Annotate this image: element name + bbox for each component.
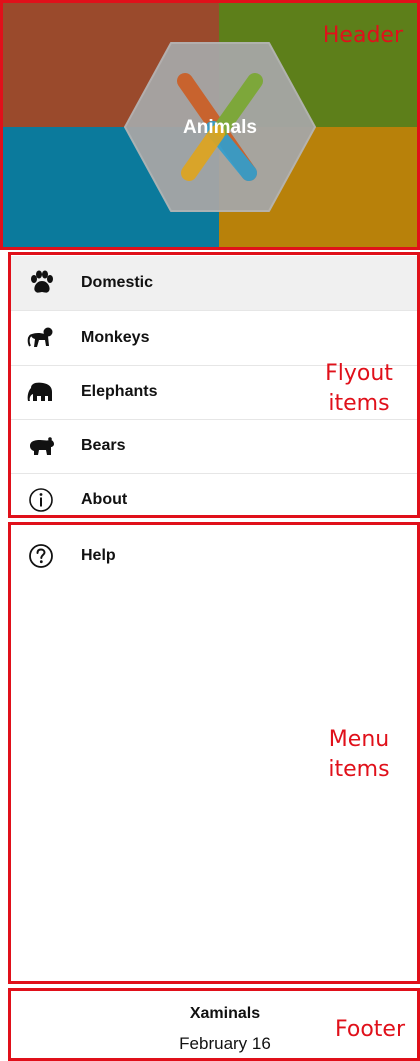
bear-icon	[11, 435, 71, 457]
flyout-item-label: Monkeys	[81, 329, 150, 346]
menu-annotation-line2: items	[328, 757, 390, 782]
flyout-items-section: Domestic Monkeys Elephants Bears About F…	[8, 252, 420, 518]
flyout-item-label: Bears	[81, 437, 126, 454]
paw-icon	[11, 270, 71, 296]
header-title: Animals	[183, 117, 257, 138]
menu-annotation-line1: Menu	[328, 727, 390, 752]
flyout-footer: Xaminals February 16 Footer	[8, 988, 420, 1061]
flyout-annotation-line1: Flyout	[325, 361, 393, 386]
question-icon	[11, 543, 71, 569]
info-icon	[11, 487, 71, 513]
flyout-header: Animals Header	[0, 0, 420, 250]
flyout-item-about[interactable]: About	[11, 473, 417, 527]
flyout-item-label: About	[81, 491, 128, 508]
header-annotation: Header	[322, 23, 403, 48]
flyout-item-label: Domestic	[81, 274, 154, 291]
menu-items-section: Help Menu items	[8, 522, 420, 984]
footer-annotation: Footer	[335, 1017, 405, 1042]
menu-item-help[interactable]: Help	[11, 529, 417, 583]
menu-item-label: Help	[81, 547, 116, 564]
flyout-item-bears[interactable]: Bears	[11, 419, 417, 473]
menu-annotation: Menu items	[311, 725, 407, 785]
footer-date: February 16	[179, 1034, 271, 1053]
flyout-item-monkeys[interactable]: Monkeys	[11, 311, 417, 365]
monkey-icon	[11, 326, 71, 350]
flyout-item-label: Elephants	[81, 383, 158, 400]
flyout-item-domestic[interactable]: Domestic	[11, 256, 417, 310]
elephant-icon	[11, 380, 71, 404]
flyout-annotation-line2: items	[328, 391, 390, 416]
footer-title: Xaminals	[189, 1005, 261, 1022]
flyout-annotation: Flyout items	[311, 359, 407, 419]
